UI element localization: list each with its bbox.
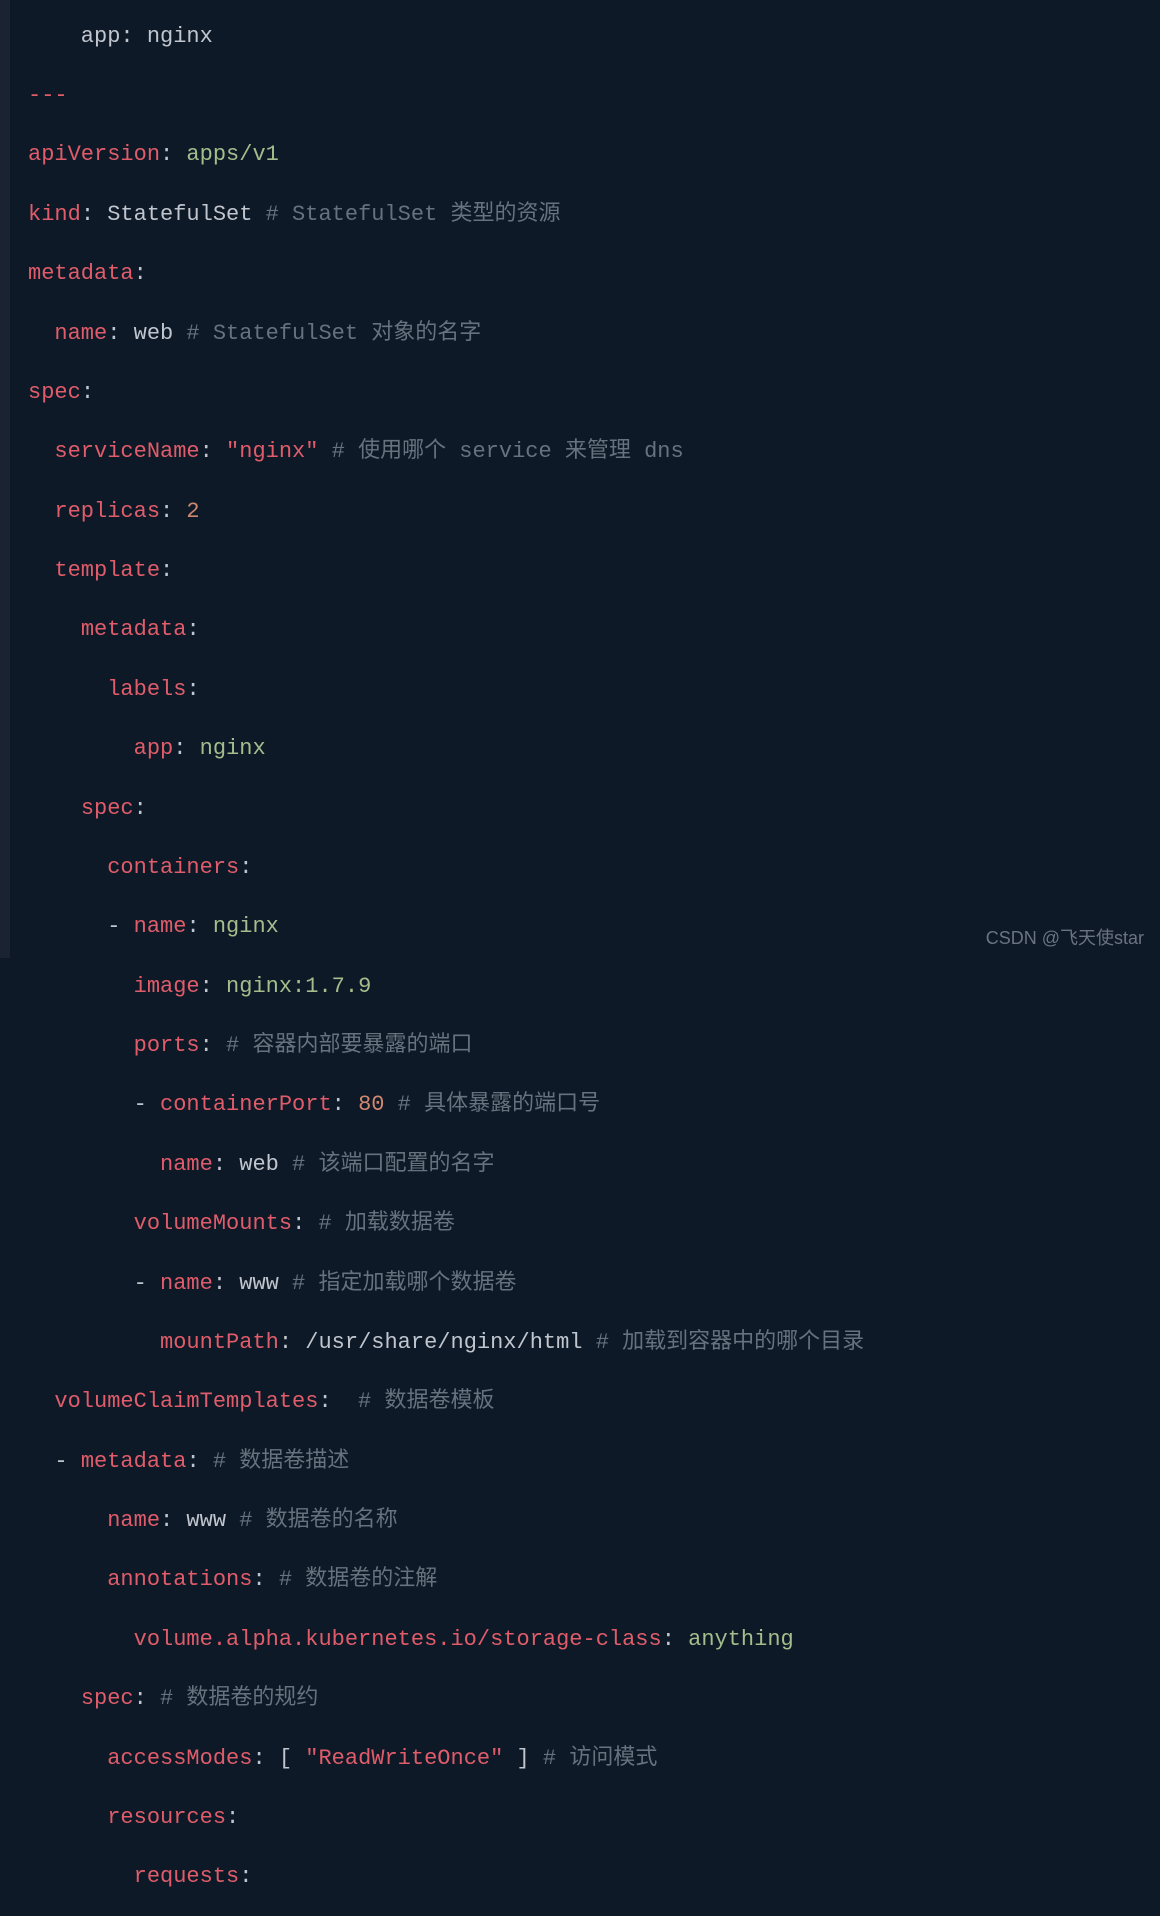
code-line: metadata: [28,615,1160,645]
code-line: spec: [28,378,1160,408]
code-line: serviceName: "nginx" # 使用哪个 service 来管理 … [28,437,1160,467]
code-line: --- [28,81,1160,111]
code-line: volumeMounts: # 加载数据卷 [28,1209,1160,1239]
code-line: spec: [28,794,1160,824]
code-line: resources: [28,1803,1160,1833]
code-line: apiVersion: apps/v1 [28,140,1160,170]
watermark: CSDN @飞天使star [986,926,1144,950]
code-line: app: nginx [28,734,1160,764]
code-block: app: nginx --- apiVersion: apps/v1 kind:… [0,0,1160,1916]
code-line: containers: [28,853,1160,883]
code-line: name: web # StatefulSet 对象的名字 [28,319,1160,349]
code-line: - metadata: # 数据卷描述 [28,1447,1160,1477]
code-line: template: [28,556,1160,586]
code-line: name: www # 数据卷的名称 [28,1506,1160,1536]
code-line: labels: [28,675,1160,705]
code-line: mountPath: /usr/share/nginx/html # 加载到容器… [28,1328,1160,1358]
code-line: image: nginx:1.7.9 [28,972,1160,1002]
code-line: - name: www # 指定加载哪个数据卷 [28,1269,1160,1299]
code-line: accessModes: [ "ReadWriteOnce" ] # 访问模式 [28,1744,1160,1774]
code-line: volume.alpha.kubernetes.io/storage-class… [28,1625,1160,1655]
code-line: metadata: [28,259,1160,289]
code-line: name: web # 该端口配置的名字 [28,1150,1160,1180]
code-line: - containerPort: 80 # 具体暴露的端口号 [28,1090,1160,1120]
code-line: kind: StatefulSet # StatefulSet 类型的资源 [28,200,1160,230]
code-line: replicas: 2 [28,497,1160,527]
code-line: requests: [28,1862,1160,1892]
code-line: annotations: # 数据卷的注解 [28,1565,1160,1595]
code-line: volumeClaimTemplates: # 数据卷模板 [28,1387,1160,1417]
code-line: app: nginx [28,22,1160,52]
code-line: ports: # 容器内部要暴露的端口 [28,1031,1160,1061]
code-line: spec: # 数据卷的规约 [28,1684,1160,1714]
